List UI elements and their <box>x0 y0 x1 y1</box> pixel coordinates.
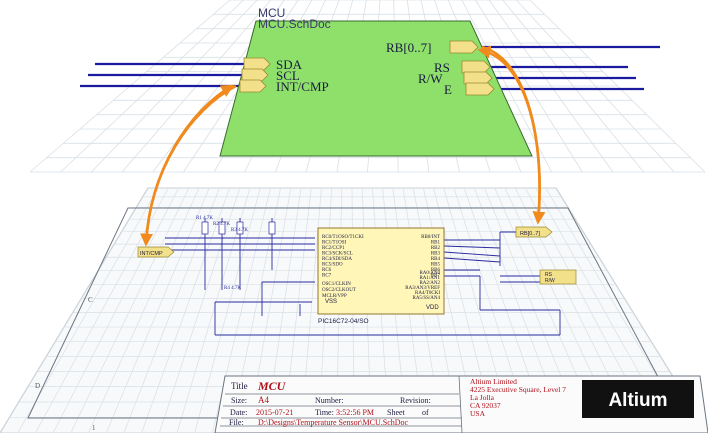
chip-pin-rc-0: RC0/T1OSO/T1CKI <box>322 235 364 240</box>
time-label: Time: <box>315 408 334 417</box>
lower-port-int-cmp[interactable]: INT/CMP <box>137 246 175 258</box>
resistor-r2: R2 4.7K <box>213 222 230 227</box>
title-label: Title <box>231 381 248 391</box>
block-port-e-label: E <box>444 82 452 97</box>
chip-pin-rc-7: RC7 <box>322 274 332 279</box>
chip-pin-rb-4: RB4 <box>431 257 441 262</box>
chip-pin-rc-3: RC3/SCK/SCL <box>322 252 353 257</box>
chip-pin-rc-1: RC1/T1OSI <box>322 241 347 246</box>
revision-label: Revision: <box>400 396 431 405</box>
chip-pin-rb-0: RB0/INT <box>421 235 440 240</box>
lower-port-rb[interactable]: RB[0..7] <box>515 226 553 238</box>
altium-logo-text: Altium <box>608 390 667 411</box>
resistor-r1: R1 4.7K <box>196 216 213 221</box>
block-port-int-cmp-label: INT/CMP <box>276 79 329 94</box>
file-label: File: <box>229 418 244 427</box>
block-port-int-cmp[interactable]: INT/CMP <box>239 79 329 94</box>
chip-pin-ra-5: RA5/SS/AN4 <box>412 296 440 301</box>
sheet-symbol-file: MCU.SchDoc <box>258 17 331 31</box>
zone-letter-c: C <box>88 296 93 304</box>
chip-pin-rb-1: RB1 <box>431 241 441 246</box>
schematic-3d-view: MCU MCU.SchDoc SDA SCL INT/CMP RB[0..7] … <box>0 0 708 433</box>
resistor-r3: R3 4.7K <box>231 228 248 233</box>
lower-port-rs-rw[interactable]: RS R/W <box>539 269 577 285</box>
chip-pin-osc-2: MCLR/VPP <box>322 294 347 299</box>
block-port-rb-label: RB[0..7] <box>386 40 432 55</box>
chip-pin-rc-6: RC6 <box>322 268 332 273</box>
chip-pin-vdd: VDD <box>426 305 439 311</box>
chip-pin-rc-2: RC2/CCP1 <box>322 246 345 251</box>
block-port-rw-label: R/W <box>418 71 443 86</box>
lower-port-int-cmp-label: INT/CMP <box>140 251 163 257</box>
chip-pin-rc-5: RC5/SDO <box>322 263 343 268</box>
lower-port-rw: R/W <box>545 278 555 284</box>
date-value: 2015-07-21 <box>256 408 293 417</box>
block-port-e[interactable]: E <box>444 82 495 97</box>
title-value: MCU <box>257 379 287 393</box>
file-value: D:\Designs\Temperature Sensor\MCU.SchDoc <box>258 418 409 427</box>
size-label: Size: <box>231 396 247 405</box>
sheet-label: Sheet <box>387 408 406 417</box>
resistor-r4: R4 4.7K <box>224 286 241 291</box>
chip-pin-rc-4: RC4/SDI/SDA <box>322 257 352 262</box>
altium-logo: Altium <box>582 380 694 418</box>
chip-part-number: PIC16C72-04/SO <box>318 318 369 325</box>
chip-pin-vss: VSS <box>325 299 337 305</box>
chip-pin-osc-1: OSC2/CLKOUT <box>322 288 356 293</box>
mcu-chip[interactable]: PIC16C72-04/SO VSS VDD RC0/T1OSO/T1CKIRC… <box>317 227 445 325</box>
schematic-canvas: MCU MCU.SchDoc SDA SCL INT/CMP RB[0..7] … <box>0 0 708 433</box>
size-value: A4 <box>258 395 269 405</box>
chip-pin-rb-3: RB3 <box>431 252 441 257</box>
lower-port-rb-label: RB[0..7] <box>520 231 540 237</box>
number-label: Number: <box>315 396 343 405</box>
chip-pin-rb-5: RB5 <box>431 263 441 268</box>
company-line-4: USA <box>470 409 486 418</box>
zone-letter-d: D <box>35 382 40 390</box>
time-value: 3:52:56 PM <box>336 408 374 417</box>
zone-number-1: 1 <box>92 424 96 432</box>
of-label: of <box>422 408 429 417</box>
chip-pin-osc-0: OSC1/CLKIN <box>322 282 351 287</box>
title-block: Title MCU Size: A4 Number: Revision: Dat… <box>214 375 708 433</box>
chip-pin-rb-2: RB2 <box>431 246 441 251</box>
date-label: Date: <box>230 408 247 417</box>
